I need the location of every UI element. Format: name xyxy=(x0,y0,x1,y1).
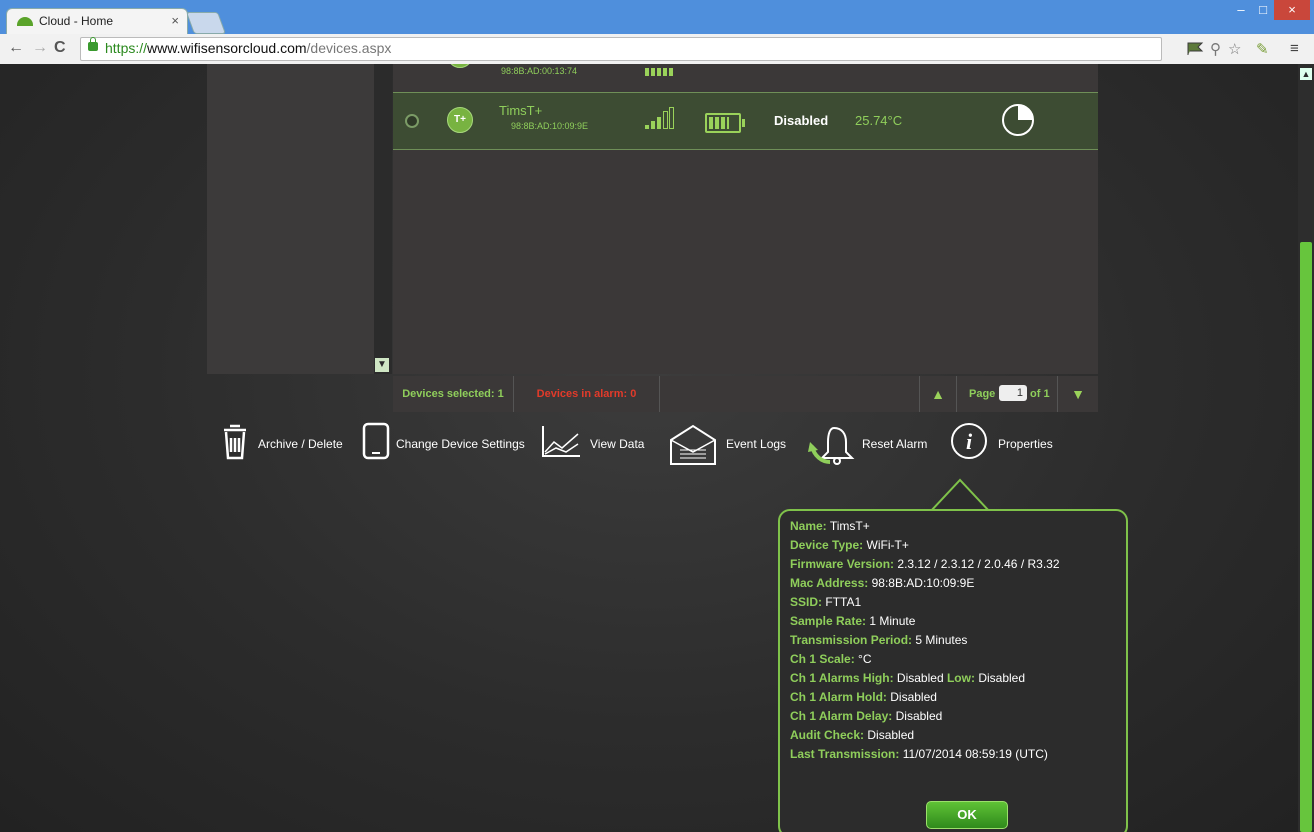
prop-row-ssid: SSID: FTTA1 xyxy=(790,595,862,609)
flag-extension-icon[interactable] xyxy=(1186,41,1206,57)
page-label: Page xyxy=(969,388,996,400)
svg-text:i: i xyxy=(966,429,973,454)
prop-row-audit-check: Audit Check: Disabled xyxy=(790,728,915,742)
tab-close-icon[interactable]: × xyxy=(171,13,179,28)
forward-arrow-icon[interactable]: → xyxy=(32,39,48,57)
page-scrollbar[interactable]: ▲ xyxy=(1298,64,1314,832)
device-mac: 98:8B:AD:00:13:74 xyxy=(501,66,578,76)
signal-strength-icon xyxy=(645,107,677,129)
properties-popup: Name: TimsT+ Device Type: WiFi-T+ Firmwa… xyxy=(778,509,1128,832)
cloud-favicon-icon xyxy=(17,17,33,26)
page-down-icon[interactable]: ▼ xyxy=(1057,376,1098,412)
browser-title-bar: Cloud - Home × – □ × xyxy=(0,0,1314,35)
scrollbar-thumb[interactable] xyxy=(1300,242,1312,832)
new-tab-button[interactable] xyxy=(185,12,227,34)
reload-icon[interactable]: C xyxy=(54,39,66,57)
page-up-icon[interactable]: ▲ xyxy=(919,376,957,412)
scroll-up-icon[interactable]: ▲ xyxy=(1300,68,1312,80)
reset-alarm-label: Reset Alarm xyxy=(862,437,928,451)
row-select-radio[interactable] xyxy=(405,114,419,128)
device-type-badge xyxy=(447,64,473,68)
prop-row-transmission-period: Transmission Period: 5 Minutes xyxy=(790,633,968,647)
view-data-label: View Data xyxy=(590,437,645,451)
battery-level-icon xyxy=(705,113,745,133)
prop-row-mac: Mac Address: 98:8B:AD:10:09:9E xyxy=(790,576,975,590)
properties-button[interactable]: i Properties xyxy=(950,422,1060,470)
sample-clock-icon xyxy=(1002,104,1034,136)
page-number-input[interactable]: 1 xyxy=(999,385,1027,401)
address-bar[interactable]: https://www.wifisensorcloud.com/devices.… xyxy=(80,37,1162,61)
window-minimize-button[interactable]: – xyxy=(1230,0,1252,20)
devices-selected-count: Devices selected: 1 xyxy=(393,376,514,412)
device-row-selected[interactable]: T+ TimsT+ 98:8B:AD:10:09:9E Disabled 25.… xyxy=(393,92,1098,150)
devices-in-alarm-count: Devices in alarm: 0 xyxy=(514,376,660,412)
device-group-panel xyxy=(207,64,375,374)
page-total: of 1 xyxy=(1030,388,1050,400)
prop-row-name: Name: TimsT+ xyxy=(790,519,870,533)
info-icon: i xyxy=(951,423,987,459)
back-arrow-icon[interactable]: ← xyxy=(8,39,24,57)
prop-row-sample-rate: Sample Rate: 1 Minute xyxy=(790,614,916,628)
device-status-bar: Devices selected: 1 Devices in alarm: 0 … xyxy=(393,376,1098,412)
temperature-reading: 25.74°C xyxy=(855,113,903,128)
prop-row-device-type: Device Type: WiFi-T+ xyxy=(790,538,909,552)
prop-row-alarms: Ch 1 Alarms High: Disabled Low: Disabled xyxy=(790,671,1026,685)
browser-tab[interactable]: Cloud - Home × xyxy=(6,8,188,35)
archive-delete-label: Archive / Delete xyxy=(258,437,343,451)
prop-row-firmware: Firmware Version: 2.3.12 / 2.3.12 / 2.0.… xyxy=(790,557,1060,571)
ok-button[interactable]: OK xyxy=(926,801,1008,829)
page-content: ▼ 98:8B:AD:00:13:74 T+ TimsT+ 98:8B:AD:1… xyxy=(0,64,1298,832)
trash-icon xyxy=(224,424,246,460)
view-data-button[interactable]: View Data xyxy=(540,422,650,470)
device-type-badge: T+ xyxy=(447,107,473,133)
extension-icon[interactable]: ✎ xyxy=(1256,40,1269,58)
tablet-icon xyxy=(362,422,390,460)
device-list: 98:8B:AD:00:13:74 T+ TimsT+ 98:8B:AD:10:… xyxy=(393,64,1098,374)
tab-title: Cloud - Home xyxy=(39,14,114,28)
scroll-down-icon[interactable]: ▼ xyxy=(375,358,389,372)
device-mac: 98:8B:AD:10:09:9E xyxy=(511,121,589,131)
window-close-button[interactable]: × xyxy=(1274,0,1310,20)
window-maximize-button[interactable]: □ xyxy=(1252,0,1274,20)
change-device-settings-label: Change Device Settings xyxy=(396,437,525,451)
event-logs-label: Event Logs xyxy=(726,437,787,451)
browser-toolbar: ← → C https://www.wifisensorcloud.com/de… xyxy=(0,34,1314,65)
change-device-settings-button[interactable]: Change Device Settings xyxy=(362,422,525,470)
prop-row-alarm-delay: Ch 1 Alarm Delay: Disabled xyxy=(790,709,943,723)
prop-row-alarm-hold: Ch 1 Alarm Hold: Disabled xyxy=(790,690,937,704)
lock-icon xyxy=(88,37,98,51)
properties-label: Properties xyxy=(998,437,1053,451)
popup-pointer xyxy=(930,478,990,512)
signal-strength-icon xyxy=(645,64,677,76)
envelope-log-icon xyxy=(670,424,716,465)
prop-row-last-transmission: Last Transmission: 11/07/2014 08:59:19 (… xyxy=(790,747,1048,761)
zoom-icon[interactable]: ⚲ xyxy=(1210,40,1221,58)
archive-delete-button[interactable]: Archive / Delete xyxy=(220,422,345,470)
chart-icon xyxy=(542,426,580,457)
alarm-status: Disabled xyxy=(774,113,829,128)
bell-reset-icon xyxy=(808,426,855,465)
reset-alarm-button[interactable]: Reset Alarm xyxy=(808,422,928,470)
prop-row-scale: Ch 1 Scale: °C xyxy=(790,652,872,666)
event-logs-button[interactable]: Event Logs xyxy=(668,422,788,470)
device-name: TimsT+ xyxy=(499,103,543,118)
bookmark-star-icon[interactable]: ☆ xyxy=(1228,40,1241,58)
menu-icon[interactable]: ≡ xyxy=(1290,40,1299,57)
url-text: https://www.wifisensorcloud.com/devices.… xyxy=(105,40,392,56)
group-panel-scrollbar[interactable]: ▼ xyxy=(374,64,392,374)
